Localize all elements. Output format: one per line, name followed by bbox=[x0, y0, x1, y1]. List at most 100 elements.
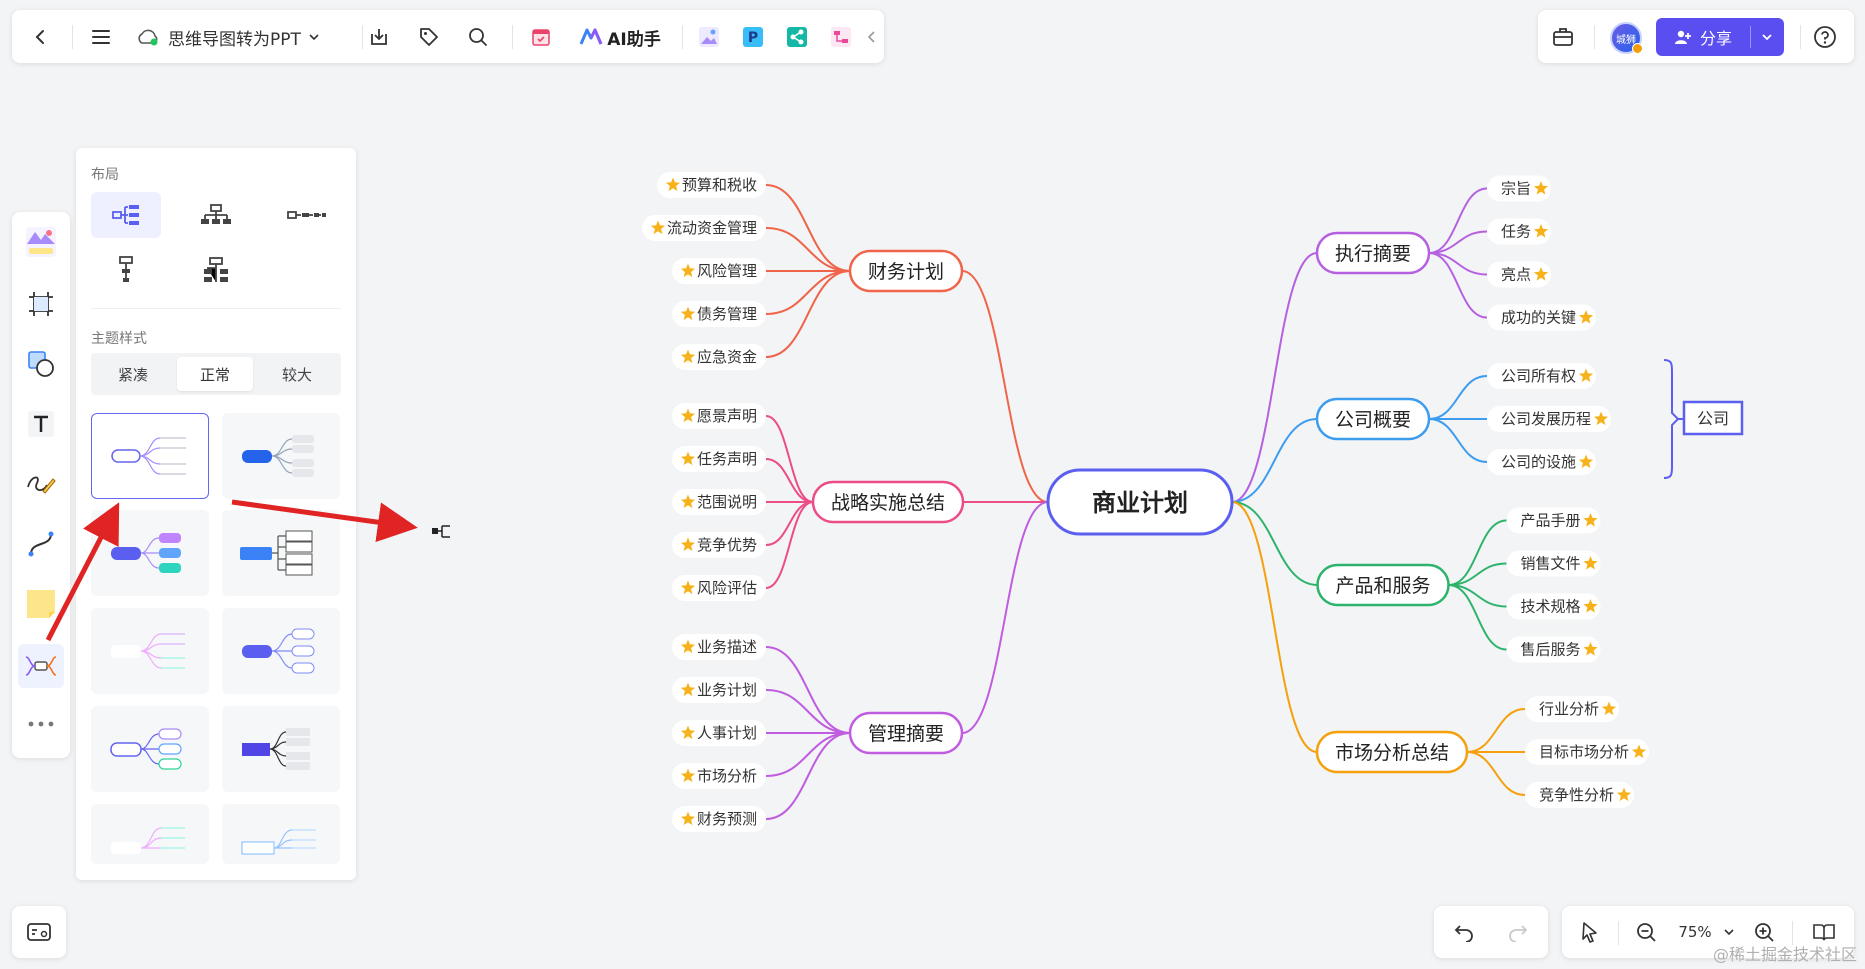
redo-button[interactable] bbox=[1502, 917, 1534, 947]
mindmap-branch-node[interactable]: 市场分析总结 bbox=[1315, 730, 1469, 774]
redo-icon bbox=[1509, 925, 1528, 942]
leaf-label: 财务预测 bbox=[697, 810, 757, 828]
mindmap-leaf-node[interactable]: 竞争优势 bbox=[672, 532, 766, 558]
branch-connector bbox=[765, 270, 851, 315]
bottom-left-bar bbox=[12, 906, 66, 958]
leaf-label: 公司发展历程 bbox=[1501, 410, 1591, 428]
branch-label: 管理摘要 bbox=[868, 723, 944, 745]
undo-button[interactable] bbox=[1448, 917, 1480, 947]
branch-connector bbox=[1428, 375, 1488, 420]
mindmap-leaf-node[interactable]: 人事计划 bbox=[672, 720, 766, 746]
zoom-out-button[interactable] bbox=[1630, 917, 1662, 947]
cursor-icon bbox=[1582, 922, 1597, 943]
mindmap-canvas[interactable]: 预算和税收流动资金管理风险管理债务管理应急资金 财务计划愿景声明任务声明范围说明竞… bbox=[0, 0, 1865, 969]
mindmap-root-node[interactable]: 商业计划 bbox=[1046, 468, 1234, 536]
mindmap-leaf-node[interactable]: 成功的关键 bbox=[1487, 304, 1596, 331]
branch-connector bbox=[765, 689, 851, 734]
minimap-icon bbox=[27, 923, 51, 941]
minimap-button[interactable] bbox=[23, 917, 55, 947]
mindmap-leaf-node[interactable]: 销售文件 bbox=[1506, 550, 1601, 577]
mindmap-leaf-node[interactable]: 风险管理 bbox=[672, 258, 766, 284]
mindmap-leaf-node[interactable]: 愿景声明 bbox=[672, 403, 766, 429]
summary-node[interactable]: 公司 bbox=[1682, 400, 1744, 436]
mindmap-leaf-node[interactable]: 亮点 bbox=[1487, 261, 1551, 288]
leaf-label: 风险管理 bbox=[697, 262, 757, 280]
mindmap-leaf-node[interactable]: 流动资金管理 bbox=[642, 215, 766, 241]
select-tool-button[interactable] bbox=[1574, 917, 1606, 947]
mindmap-leaf-node[interactable]: 应急资金 bbox=[672, 344, 766, 370]
leaf-label: 业务描述 bbox=[697, 638, 757, 656]
branch-connector bbox=[765, 458, 814, 503]
mindmap-leaf-node[interactable]: 业务描述 bbox=[672, 634, 766, 660]
leaf-label: 任务声明 bbox=[697, 450, 757, 468]
mindmap-leaf-node[interactable]: 公司发展历程 bbox=[1487, 406, 1611, 432]
mindmap-leaf-node[interactable]: 财务预测 bbox=[672, 806, 766, 832]
leaf-label: 行业分析 bbox=[1539, 700, 1599, 718]
zoom-out-icon bbox=[1637, 923, 1656, 942]
mindmap-leaf-node[interactable]: 债务管理 bbox=[672, 301, 766, 327]
branch-connector bbox=[765, 732, 851, 777]
mindmap-leaf-node[interactable]: 目标市场分析 bbox=[1525, 739, 1649, 765]
leaf-label: 市场分析 bbox=[697, 767, 757, 785]
leaf-label: 业务计划 bbox=[697, 681, 757, 699]
mindmap-leaf-node[interactable]: 宗旨 bbox=[1487, 175, 1551, 202]
branch-connector bbox=[765, 227, 851, 272]
branch-label: 产品和服务 bbox=[1335, 575, 1430, 597]
mindmap-leaf-node[interactable]: 公司所有权 bbox=[1487, 363, 1596, 389]
zoom-level: 75% bbox=[1678, 923, 1712, 941]
leaf-label: 债务管理 bbox=[697, 305, 757, 323]
mindmap-leaf-node[interactable]: 产品手册 bbox=[1506, 507, 1601, 534]
leaf-label: 目标市场分析 bbox=[1539, 743, 1629, 761]
branch-connector bbox=[765, 732, 851, 820]
mindmap-leaf-node[interactable]: 预算和税收 bbox=[657, 172, 766, 198]
mindmap-leaf-node[interactable]: 行业分析 bbox=[1525, 696, 1619, 722]
mindmap-branch-node[interactable]: 公司概要 bbox=[1315, 397, 1431, 441]
branch-connector bbox=[1231, 252, 1318, 503]
book-icon bbox=[1813, 924, 1835, 941]
leaf-label: 公司所有权 bbox=[1501, 367, 1576, 385]
mindmap-leaf-node[interactable]: 竞争性分析 bbox=[1525, 782, 1634, 808]
zoom-in-icon bbox=[1755, 923, 1774, 942]
leaf-label: 竞争性分析 bbox=[1539, 786, 1614, 804]
divider bbox=[1618, 921, 1619, 945]
mindmap-branch-node[interactable]: 产品和服务 bbox=[1316, 563, 1450, 607]
leaf-label: 竞争优势 bbox=[697, 536, 757, 554]
branch-connector bbox=[765, 501, 814, 546]
leaf-label: 公司的设施 bbox=[1501, 453, 1576, 471]
undo-redo-bar bbox=[1434, 906, 1548, 958]
chevron-down-icon bbox=[1724, 929, 1734, 936]
leaf-label: 销售文件 bbox=[1521, 555, 1581, 573]
leaf-label: 宗旨 bbox=[1501, 180, 1531, 198]
mindmap-branch-node[interactable]: 执行摘要 bbox=[1315, 231, 1431, 275]
leaf-label: 售后服务 bbox=[1521, 641, 1581, 659]
summary-label: 公司 bbox=[1697, 409, 1729, 428]
mindmap-leaf-node[interactable]: 风险评估 bbox=[672, 575, 766, 601]
branch-connector bbox=[765, 184, 851, 272]
branch-connector bbox=[961, 270, 1049, 503]
branch-label: 执行摘要 bbox=[1335, 243, 1411, 265]
leaf-label: 人事计划 bbox=[697, 724, 757, 742]
root-label: 商业计划 bbox=[1092, 489, 1188, 517]
mindmap-leaf-node[interactable]: 范围说明 bbox=[672, 489, 766, 515]
mindmap-branch-node[interactable]: 管理摘要 bbox=[848, 711, 964, 755]
mindmap-leaf-node[interactable]: 任务 bbox=[1487, 218, 1551, 245]
mindmap-leaf-node[interactable]: 售后服务 bbox=[1506, 636, 1601, 663]
leaf-label: 技术规格 bbox=[1521, 598, 1581, 616]
branch-label: 财务计划 bbox=[868, 261, 944, 283]
mindmap-branch-node[interactable]: 战略实施总结 bbox=[811, 480, 965, 524]
mindmap-leaf-node[interactable]: 业务计划 bbox=[672, 677, 766, 703]
branch-connector bbox=[1466, 751, 1526, 796]
mindmap-leaf-node[interactable]: 技术规格 bbox=[1506, 593, 1601, 620]
mindmap-leaf-node[interactable]: 任务声明 bbox=[672, 446, 766, 472]
leaf-label: 亮点 bbox=[1501, 266, 1531, 284]
branch-connector bbox=[1231, 501, 1318, 753]
branch-connector bbox=[765, 270, 851, 358]
mindmap-leaf-node[interactable]: 市场分析 bbox=[672, 763, 766, 789]
branch-label: 公司概要 bbox=[1335, 409, 1411, 431]
leaf-label: 愿景声明 bbox=[697, 407, 757, 425]
undo-icon bbox=[1454, 925, 1473, 942]
mindmap-branch-node[interactable]: 财务计划 bbox=[848, 249, 964, 293]
branch-connector bbox=[765, 415, 814, 503]
mindmap-leaf-node[interactable]: 公司的设施 bbox=[1487, 449, 1596, 475]
leaf-label: 成功的关键 bbox=[1501, 309, 1576, 327]
